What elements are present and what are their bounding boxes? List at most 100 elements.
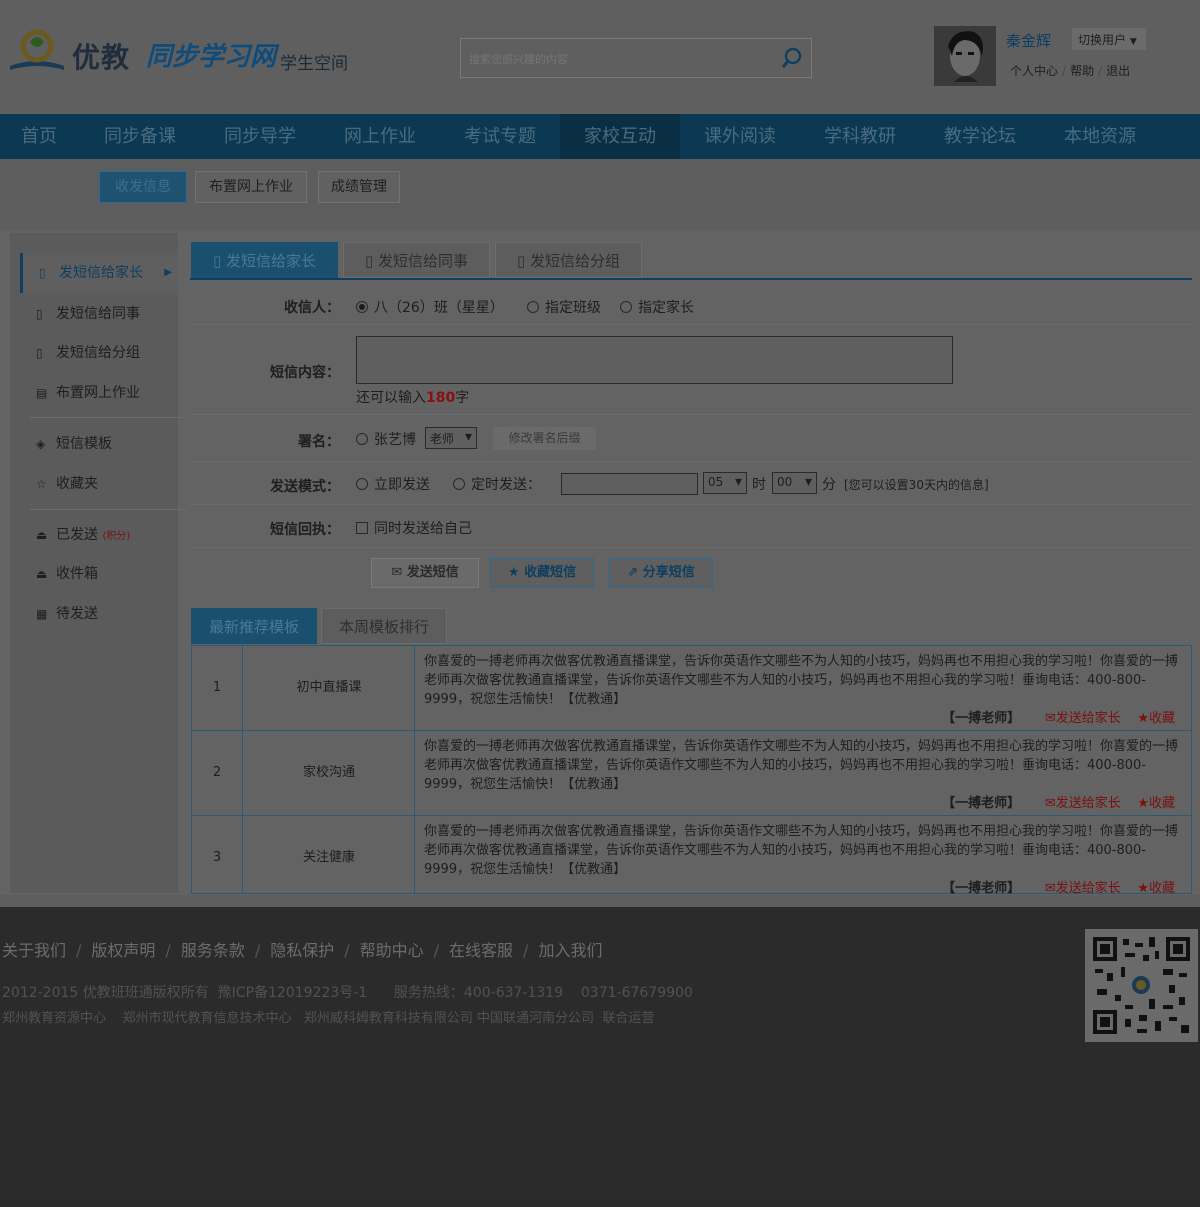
link-label: 收藏 (1148, 796, 1175, 811)
footer: 关于我们 / 版权声明 / 服务条款 / 隐私保护 / 帮助中心 / 在线客服 / 加入我们 2012-… (0, 907, 1200, 1207)
nav-item-exam[interactable]: 考试专题 (440, 114, 560, 159)
subnav-homework[interactable]: 布置网上作业 (195, 171, 307, 203)
row-actions: 【一搏老师】 ✉发送给家长 ★收藏 (942, 707, 1175, 726)
footer-link-terms[interactable]: 服务条款 (181, 941, 245, 960)
search-input[interactable] (469, 49, 769, 69)
subnav-messages[interactable]: 收发信息 (99, 171, 187, 203)
send-now-option[interactable]: 立即发送 (356, 474, 430, 494)
footer-link-join[interactable]: 加入我们 (538, 941, 602, 960)
nav-item-research[interactable]: 学科教研 (800, 114, 920, 159)
favorite-sms-button[interactable]: ★ 收藏短信 (490, 558, 594, 588)
mail-icon: ✉ (391, 565, 407, 580)
outbox-icon: ⏏ (36, 528, 48, 542)
send-timed-option[interactable]: 定时发送： (453, 474, 541, 494)
recipient-option-specified-parent[interactable]: 指定家长 (620, 297, 694, 317)
help-link[interactable]: 帮助 (1070, 64, 1094, 78)
signature-option[interactable]: 张艺博 (356, 429, 416, 449)
document-icon: ▤ (36, 386, 48, 400)
templates-table: 1 初中直播课 你喜爱的一搏老师再次做客优教通直播课堂，告诉你英语作文哪些不为人… (191, 645, 1192, 896)
avatar[interactable] (934, 26, 996, 86)
share-sms-button[interactable]: ⇗ 分享短信 (609, 558, 713, 588)
star-icon: ★ (1137, 796, 1149, 811)
receipt-label: 短信回执： (270, 522, 340, 538)
send-mode-label: 发送模式： (270, 479, 340, 495)
footer-link-privacy[interactable]: 隐私保护 (270, 941, 334, 960)
nav-item-reading[interactable]: 课外阅读 (680, 114, 800, 159)
sidebar-item-templates[interactable]: ◈ 短信模板 (20, 424, 178, 464)
footer-link-copyright[interactable]: 版权声明 (91, 941, 155, 960)
radio (527, 301, 539, 313)
row-category: 关注健康 (244, 816, 415, 894)
sidebar-item-sms-colleagues[interactable]: ▯ 发短信给同事 (20, 294, 178, 334)
date-input[interactable] (561, 473, 698, 495)
receipt-checkbox[interactable]: 同时发送给自己 (356, 518, 472, 538)
nav-item-forum[interactable]: 教学论坛 (920, 114, 1040, 159)
signature-role-select[interactable]: 老师 (425, 427, 477, 449)
nav-item-home[interactable]: 首页 (0, 114, 78, 159)
row-actions: 【一搏老师】 ✉发送给家长 ★收藏 (942, 877, 1175, 896)
star-icon: ☆ (36, 477, 47, 491)
row-actions: 【一搏老师】 ✉发送给家长 ★收藏 (942, 792, 1175, 811)
share-icon: ⇗ (627, 565, 643, 580)
tab-label: 发短信给家长 (226, 252, 317, 270)
row-text: 你喜爱的一搏老师再次做客优教通直播课堂，告诉你英语作文哪些不为人知的小技巧，妈妈… (424, 654, 1179, 707)
send-to-parents-link[interactable]: ✉发送给家长 (1045, 796, 1121, 811)
points-badge: (积分) (102, 531, 131, 542)
mail-icon: ✉ (1044, 711, 1056, 726)
tab-weekly-ranking[interactable]: 本周模板排行 (321, 608, 447, 644)
nav-item-sync-guide[interactable]: 同步导学 (200, 114, 320, 159)
link-label: 收藏 (1148, 711, 1175, 726)
sidebar-item-label: 发短信给分组 (56, 345, 140, 361)
send-to-parents-link[interactable]: ✉发送给家长 (1045, 711, 1121, 726)
nav-item-local-resources[interactable]: 本地资源 (1040, 114, 1160, 159)
favorite-link[interactable]: ★收藏 (1137, 711, 1175, 726)
divider (190, 414, 1192, 415)
recipient-option-specified-class[interactable]: 指定班级 (527, 297, 601, 317)
nav-item-home-school[interactable]: 家校互动 (560, 114, 680, 159)
personal-center-link[interactable]: 个人中心 (1010, 64, 1058, 78)
sidebar-item-label: 布置网上作业 (56, 385, 140, 401)
footer-link-about[interactable]: 关于我们 (2, 941, 66, 960)
link-label: 发送给家长 (1055, 711, 1121, 726)
sidebar-item-sms-parents[interactable]: ▯ 发短信给家长 ▶ (20, 253, 178, 293)
minute-select[interactable]: 00 (772, 472, 817, 494)
logout-link[interactable]: 退出 (1106, 64, 1130, 78)
sidebar-item-sent[interactable]: ⏏ 已发送 (积分) (20, 515, 178, 555)
edit-signature-button[interactable]: 修改署名后缀 (493, 427, 596, 450)
recipient-label: 收信人： (284, 300, 340, 316)
tab-recommended-templates[interactable]: 最新推荐模板 (191, 608, 317, 644)
nav-item-sync-prep[interactable]: 同步备课 (80, 114, 200, 159)
user-name-link[interactable]: 秦金辉 (1006, 30, 1051, 51)
main-nav: 首页 同步备课 同步导学 网上作业 考试专题 家校互动 课外阅读 学科教研 教学… (0, 114, 1200, 159)
favorite-link[interactable]: ★收藏 (1137, 796, 1175, 811)
nav-item-online-homework[interactable]: 网上作业 (320, 114, 440, 159)
phone-icon: ▯ (36, 346, 43, 360)
subnav-grades[interactable]: 成绩管理 (318, 171, 400, 203)
send-sms-button[interactable]: ✉ 发送短信 (371, 558, 479, 588)
footer-link-support[interactable]: 在线客服 (449, 941, 513, 960)
tab-sms-groups[interactable]: ▯ 发短信给分组 (495, 242, 642, 278)
operators-text: 郑州教育资源中心 郑州市现代教育信息技术中心 郑州威科姆教育科技有限公司 中国联… (2, 1011, 655, 1026)
option-label: 同时发送给自己 (374, 521, 472, 537)
tab-sms-colleagues[interactable]: ▯ 发短信给同事 (343, 242, 490, 278)
sidebar-item-sms-groups[interactable]: ▯ 发短信给分组 (20, 333, 178, 373)
footer-link-help[interactable]: 帮助中心 (360, 941, 424, 960)
divider (190, 324, 1192, 325)
recipient-option-class[interactable]: 八（26）班（星星） (356, 297, 504, 317)
hour-select[interactable]: 05 (703, 472, 747, 494)
sidebar-item-favorites[interactable]: ☆ 收藏夹 (20, 464, 178, 504)
option-label: 八（26）班（星星） (374, 300, 504, 316)
divider (190, 547, 1192, 548)
sidebar-item-pending[interactable]: ▦ 待发送 (20, 594, 178, 634)
switch-user-dropdown[interactable]: 切换用户 ▼ (1072, 28, 1146, 50)
tab-underline (190, 278, 1192, 280)
search-icon[interactable] (781, 47, 803, 69)
radio (356, 478, 368, 490)
tab-sms-parents[interactable]: ▯ 发短信给家长 (191, 242, 338, 278)
sidebar-item-homework[interactable]: ▤ 布置网上作业 (20, 373, 178, 413)
favorite-link[interactable]: ★收藏 (1137, 881, 1175, 896)
message-textarea[interactable] (356, 336, 953, 384)
link-label: 发送给家长 (1055, 881, 1121, 896)
send-to-parents-link[interactable]: ✉发送给家长 (1045, 881, 1121, 896)
sidebar-item-inbox[interactable]: ⏏ 收件箱 (20, 554, 178, 594)
